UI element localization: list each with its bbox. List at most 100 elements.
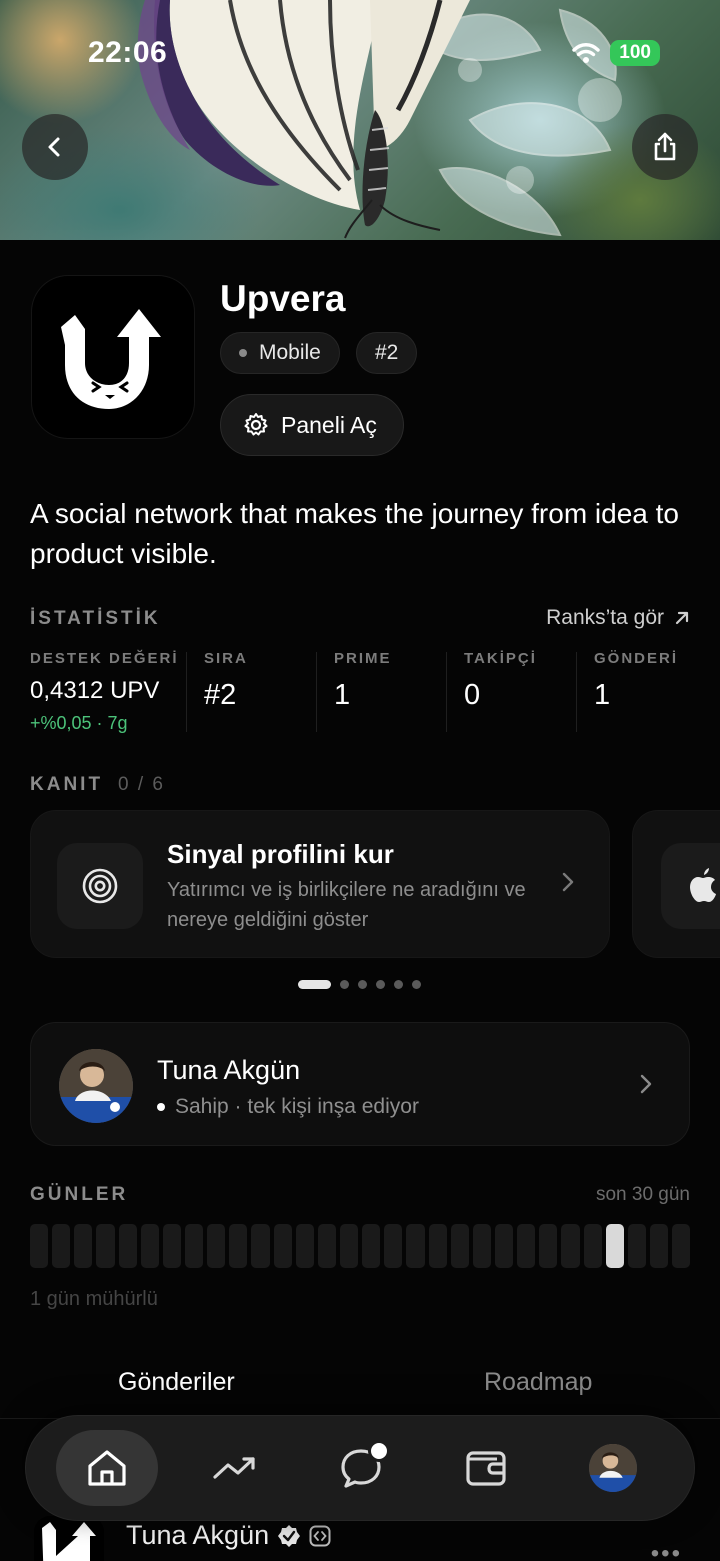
rank-label: #2 (375, 341, 399, 364)
stat-value: #2 (204, 679, 237, 711)
stat-change: +%0,05 · 7g (30, 713, 128, 733)
cover-image: 22:06 100 (0, 0, 720, 240)
app-logo (32, 276, 194, 438)
app-tagline: A social network that makes the journey … (30, 498, 679, 569)
day-cell (74, 1224, 93, 1268)
days-streak-bar (30, 1224, 691, 1268)
code-icon (309, 1525, 331, 1546)
day-cell (30, 1224, 49, 1268)
day-cell (207, 1224, 226, 1268)
stat-label: TAKİPÇİ (464, 650, 537, 667)
wallet-icon (466, 1451, 506, 1486)
proof-card-signal-profile[interactable]: Sinyal profilini kur Yatırımcı ve iş bir… (30, 810, 610, 958)
day-cell (273, 1224, 292, 1268)
day-cell (627, 1224, 646, 1268)
day-cell (517, 1224, 536, 1268)
stat-label: DESTEK DEĞERİ (30, 650, 179, 667)
nav-home[interactable] (56, 1430, 158, 1506)
profile-avatar (589, 1444, 637, 1492)
day-cell (561, 1224, 580, 1268)
days-heading: GÜNLER (30, 1184, 129, 1205)
day-cell (96, 1224, 115, 1268)
platform-label: Mobile (259, 341, 321, 364)
day-cell (450, 1224, 469, 1268)
nav-messages[interactable] (310, 1430, 412, 1506)
owner-role: Sahip · tek kişi inşa ediyor (157, 1095, 419, 1119)
nav-trending[interactable] (184, 1430, 286, 1506)
pager-dot[interactable] (394, 980, 403, 989)
day-cell (162, 1224, 181, 1268)
stat-label: SIRA (204, 650, 248, 667)
sealed-days-label: 1 gün mühürlü (30, 1288, 158, 1310)
target-icon (82, 868, 118, 904)
back-button[interactable] (22, 114, 88, 180)
gear-icon (244, 413, 268, 436)
stat-value: 0,4312 UPV (30, 677, 160, 704)
platform-chip[interactable]: Mobile (220, 332, 340, 374)
app-name: Upvera (220, 278, 346, 319)
proof-card-icon (661, 843, 720, 929)
day-cell (672, 1224, 691, 1268)
stat-value: 1 (594, 679, 611, 711)
day-cell (229, 1224, 248, 1268)
bottom-navigation (26, 1416, 694, 1520)
tab-posts[interactable]: Gönderiler (118, 1368, 235, 1397)
share-button[interactable] (632, 114, 698, 180)
day-cell (317, 1224, 336, 1268)
pager-dot[interactable] (412, 980, 421, 989)
platform-dot (239, 349, 247, 357)
stat-value: 0 (464, 679, 481, 711)
status-time: 22:06 (88, 36, 168, 69)
trending-icon (213, 1457, 255, 1479)
feed-author-name: Tuna Akgün (126, 1520, 270, 1550)
notification-badge (368, 1440, 390, 1462)
wifi-icon (572, 43, 600, 63)
open-panel-button[interactable]: Paneli Aç (220, 394, 404, 456)
day-cell (649, 1224, 669, 1268)
pager-dot[interactable] (298, 980, 331, 989)
stat-divider (576, 652, 577, 732)
nav-wallet[interactable] (436, 1430, 538, 1506)
avatar-photo (59, 1049, 133, 1123)
proof-pager[interactable] (298, 980, 421, 989)
stat-divider (446, 652, 447, 732)
tab-roadmap[interactable]: Roadmap (484, 1368, 592, 1397)
days-range: son 30 gün (595, 1184, 690, 1205)
verified-badge-icon (278, 1524, 301, 1547)
status-icons: 100 (572, 40, 660, 66)
more-options-button[interactable]: ••• (651, 1540, 682, 1561)
pager-dot[interactable] (376, 980, 385, 989)
stat-prime: PRIME 1 (334, 650, 392, 736)
ranks-link-label: Ranks’ta gör (546, 606, 664, 629)
day-cell (184, 1224, 204, 1268)
stat-label: GÖNDERİ (594, 650, 679, 667)
proof-card-icon (57, 843, 143, 929)
owner-card[interactable]: Tuna Akgün Sahip · tek kişi inşa ediyor (30, 1022, 690, 1146)
online-dot (157, 1103, 165, 1111)
stat-label: PRIME (334, 650, 392, 667)
proof-card-title: Sinyal profilini kur (167, 839, 394, 869)
stat-divider (186, 652, 187, 732)
rank-chip[interactable]: #2 (356, 332, 418, 374)
pager-dot[interactable] (340, 980, 349, 989)
day-cell (428, 1224, 447, 1268)
stats-heading: İSTATİSTİK (30, 608, 161, 629)
day-cell (251, 1224, 270, 1268)
stats-row: DESTEK DEĞERİ 0,4312 UPV +%0,05 · 7g SIR… (30, 650, 690, 736)
chevron-left-icon (48, 137, 60, 157)
day-cell (295, 1224, 314, 1268)
feed-post-author[interactable]: Tuna Akgün (126, 1520, 331, 1551)
chevron-right-icon (640, 1074, 652, 1094)
feed-post-avatar[interactable] (34, 1516, 104, 1561)
stat-followers: TAKİPÇİ 0 (464, 650, 537, 736)
proof-heading: KANIT (30, 774, 104, 795)
nav-profile[interactable] (562, 1430, 664, 1506)
apple-icon (690, 868, 716, 902)
proof-card-app-store[interactable] (632, 810, 720, 958)
pager-dot[interactable] (358, 980, 367, 989)
day-cell (494, 1224, 514, 1268)
upvera-logo-icon (42, 1522, 96, 1561)
upvera-logo-icon (61, 309, 161, 409)
proof-card-description: Yatırımcı ve iş birlikçilere ne aradığın… (167, 879, 526, 931)
ranks-link[interactable]: Ranks’ta gör (546, 606, 690, 630)
